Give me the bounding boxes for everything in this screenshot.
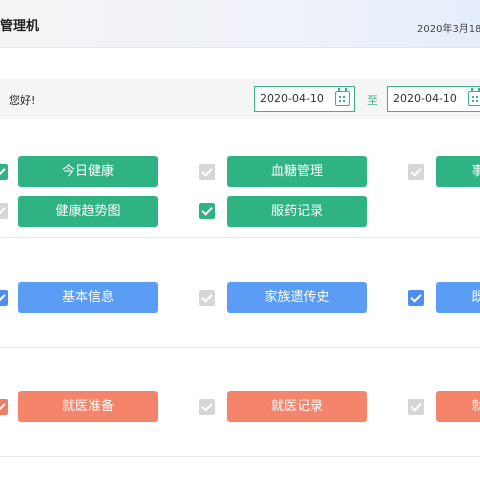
calendar-icon[interactable] [335,88,350,106]
checkbox-blood-sugar[interactable] [199,164,215,180]
today-health-button[interactable]: 今日健康 [18,156,158,187]
blood-sugar-button[interactable]: 血糖管理 [227,156,367,187]
checkbox-medical-item-3[interactable] [408,399,424,415]
basic-info-button[interactable]: 基本信息 [18,282,158,313]
health-trend-button[interactable]: 健康趋势图 [18,196,158,227]
end-date-value: 2020-04-10 [393,92,457,105]
checkbox-basic-info[interactable] [0,290,8,306]
end-date-picker[interactable]: 2020-04-10 [387,86,480,112]
app-title: 管理机 [0,19,40,34]
app-window: 管理机 2020年3月18日 您好! 2020-04-10 至 2020-04-… [0,0,480,480]
medical-item-3-button[interactable]: 就 [436,391,480,422]
greeting-text: 您好! [9,94,36,107]
checkbox-visit-record[interactable] [199,399,215,415]
checkbox-health-item-3[interactable] [408,164,424,180]
header-date: 2020年3月18日 [417,24,480,35]
visit-record-button[interactable]: 就医记录 [227,391,367,422]
greeting-bar: 您好! 2020-04-10 至 2020-04-10 [0,79,480,119]
date-range-separator: 至 [367,94,378,107]
calendar-icon[interactable] [468,88,480,106]
checkbox-medication[interactable] [199,203,215,219]
checkbox-family-history[interactable] [199,290,215,306]
medication-record-button[interactable]: 服药记录 [227,196,367,227]
checkbox-health-trend[interactable] [0,203,8,219]
checkbox-profile-item-3[interactable] [408,290,424,306]
health-item-3-button[interactable]: 事 [436,156,480,187]
start-date-value: 2020-04-10 [260,92,324,105]
visit-prep-button[interactable]: 就医准备 [18,391,158,422]
checkbox-visit-prep[interactable] [0,399,8,415]
profile-item-3-button[interactable]: 既 [436,282,480,313]
section-divider [0,237,480,238]
family-history-button[interactable]: 家族遗传史 [227,282,367,313]
start-date-picker[interactable]: 2020-04-10 [254,86,355,112]
section-divider [0,456,480,457]
checkbox-today-health[interactable] [0,164,8,180]
app-header: 管理机 2020年3月18日 [0,0,480,48]
section-divider [0,347,480,348]
